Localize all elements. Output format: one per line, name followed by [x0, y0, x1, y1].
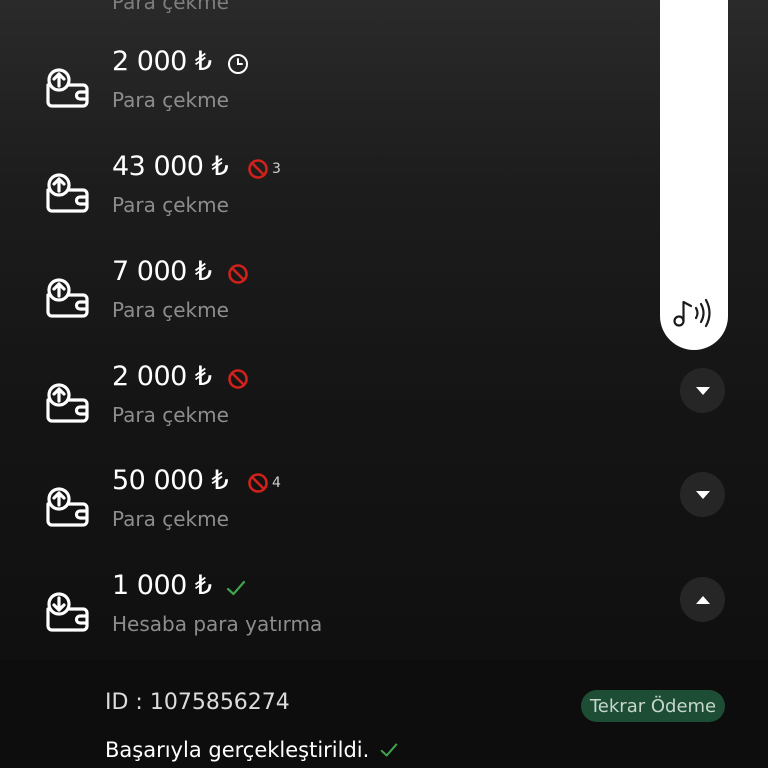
transaction-type: Para çekme [112, 298, 229, 322]
transaction-status: Başarıyla gerçekleştirildi. [105, 738, 399, 762]
transaction-status-text: Başarıyla gerçekleştirildi. [105, 738, 370, 762]
music-sound-icon[interactable] [672, 296, 716, 330]
transaction-row[interactable]: 2 000 ₺ Para çekme [0, 347, 768, 451]
status-rejected [227, 262, 249, 286]
transaction-details: ID : 1075856274 Tekrar Ödeme Başarıyla g… [0, 660, 768, 768]
blocked-icon [228, 369, 248, 389]
transaction-type: Para çekme [112, 193, 229, 217]
blocked-icon [248, 473, 268, 493]
status-pending [227, 52, 249, 76]
status-rejected: 3 [247, 157, 281, 181]
check-icon [226, 580, 246, 596]
retry-payment-button[interactable]: Tekrar Ödeme [581, 690, 725, 722]
transaction-row[interactable]: 7 000 ₺ Para çekme [0, 242, 768, 346]
partial-item-label: Para çekme [112, 0, 229, 14]
transaction-row[interactable]: 43 000 ₺ Para çekme 3 [0, 137, 768, 241]
audio-panel[interactable] [660, 0, 728, 350]
wallet-withdraw-icon [46, 68, 89, 108]
transaction-type: Para çekme [112, 507, 229, 531]
expand-button[interactable] [680, 368, 725, 413]
transaction-type: Para çekme [112, 403, 229, 427]
wallet-withdraw-icon [46, 173, 89, 213]
wallet-withdraw-icon [46, 383, 89, 423]
transaction-type: Para çekme [112, 88, 229, 112]
expand-button[interactable] [680, 472, 725, 517]
wallet-withdraw-icon [46, 278, 89, 318]
blocked-icon [248, 159, 268, 179]
transaction-row[interactable]: 50 000 ₺ Para çekme 4 [0, 451, 768, 555]
status-rejected: 4 [247, 471, 281, 495]
wallet-deposit-icon [46, 592, 89, 632]
status-success [225, 576, 247, 600]
check-icon [381, 743, 398, 757]
rejected-count: 3 [272, 161, 281, 177]
chevron-down-icon [695, 490, 710, 499]
wallet-withdraw-icon [46, 487, 89, 527]
transaction-row[interactable]: 2 000 ₺ Para çekme [0, 32, 768, 136]
chevron-down-icon [695, 386, 710, 395]
chevron-up-icon [695, 595, 710, 604]
transaction-amount: 50 000 ₺ [112, 465, 229, 496]
status-rejected [227, 367, 249, 391]
transaction-id: ID : 1075856274 [105, 690, 290, 715]
collapse-button[interactable] [680, 577, 725, 622]
transaction-type: Hesaba para yatırma [112, 612, 323, 636]
rejected-count: 4 [272, 475, 281, 491]
clock-icon [228, 54, 248, 74]
transaction-amount: 1 000 ₺ [112, 570, 212, 601]
transaction-amount: 2 000 ₺ [112, 46, 212, 77]
transaction-amount: 43 000 ₺ [112, 151, 229, 182]
transaction-row[interactable]: 1 000 ₺ Hesaba para yatırma [0, 556, 768, 660]
transaction-amount: 2 000 ₺ [112, 361, 212, 392]
blocked-icon [228, 264, 248, 284]
transaction-amount: 7 000 ₺ [112, 256, 212, 287]
